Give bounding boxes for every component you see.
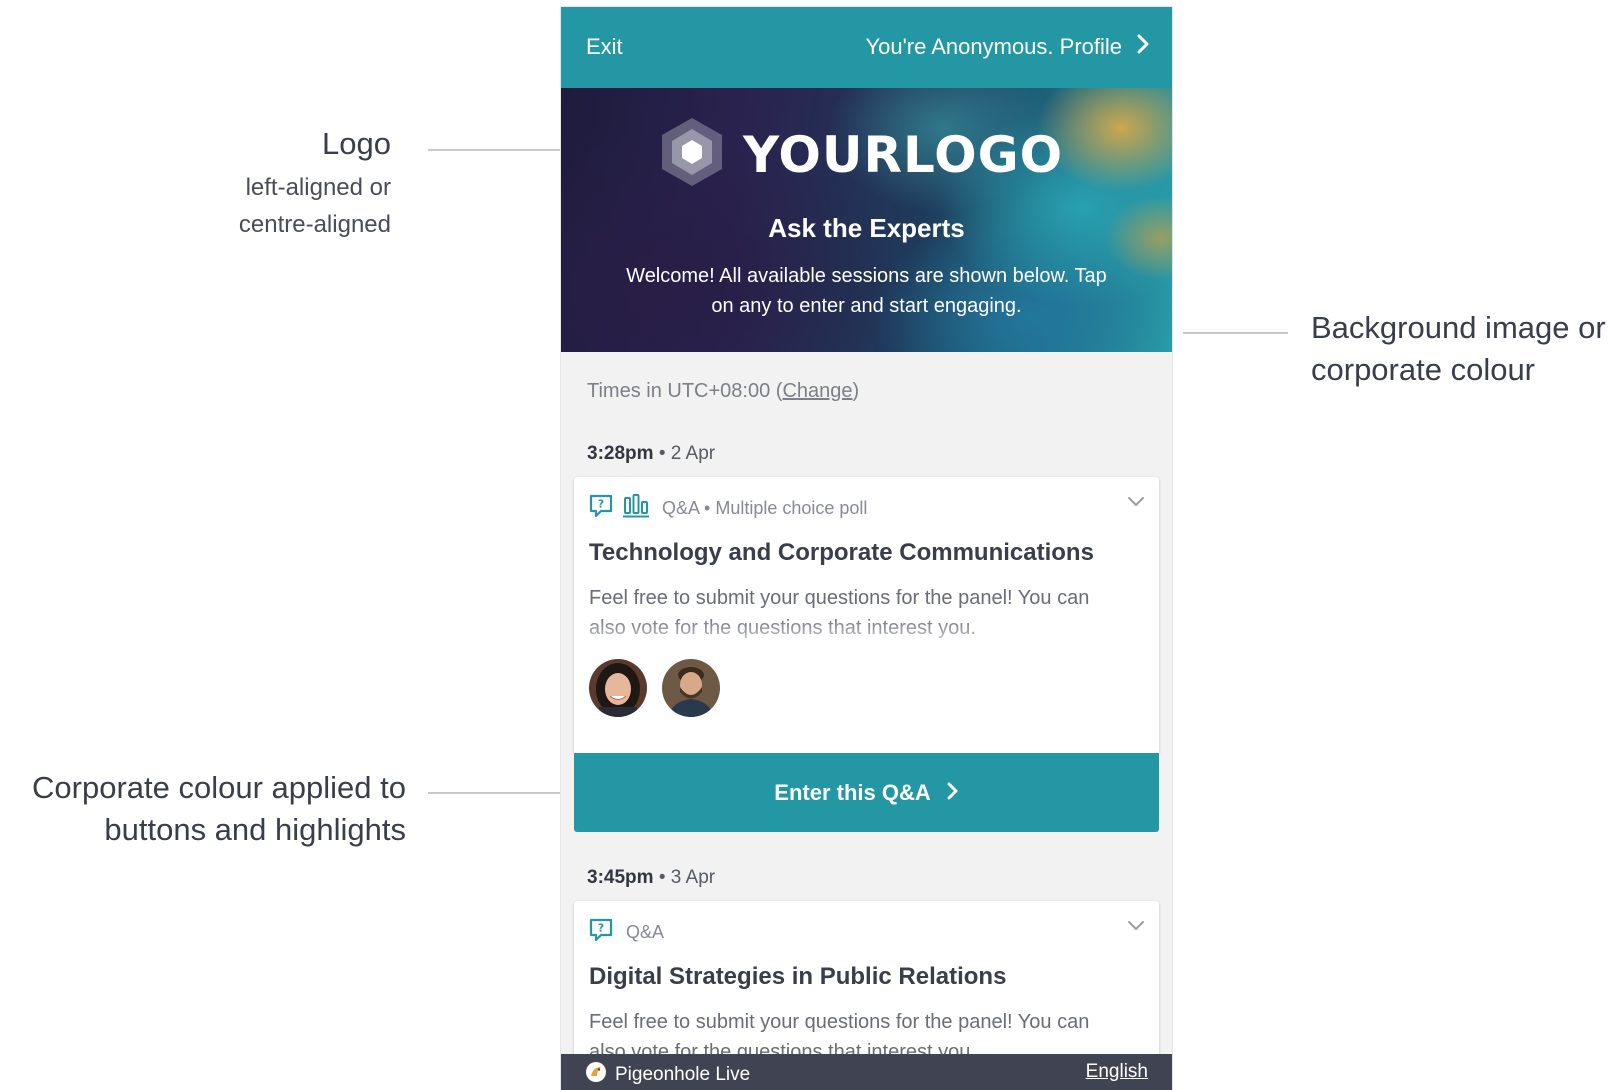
chevron-down-icon[interactable] [1127,919,1145,937]
session-title: Digital Strategies in Public Relations [589,963,1007,990]
qa-icon: ? [588,493,614,524]
session-types: ? Q&A [588,917,664,948]
logo-annotation-title: Logo [322,126,391,161]
timezone-notice: Times in UTC+08:00 (Change) [587,380,859,403]
event-title: Ask the Experts [768,213,965,243]
hexagon-logo-icon [659,116,725,193]
speaker-avatar[interactable] [589,659,647,717]
profile-label: You're Anonymous. Profile [865,34,1122,59]
background-annotation-line-2: corporate colour [1311,351,1536,387]
session-title: Technology and Corporate Communications [589,539,1094,566]
background-annotation: Background image or corporate colour [1311,307,1616,391]
welcome-message: Welcome! All available sessions are show… [591,261,1142,321]
timezone-suffix: ) [852,380,860,402]
session-time-value: 3:28pm [587,443,654,464]
session-description: Feel free to submit your questions for t… [589,587,1090,639]
session-types: ? Q&A • Multiple choice poll [588,493,867,524]
session-time: 3:28pm • 2 Apr [587,443,715,465]
language-selector[interactable]: English [1086,1061,1148,1083]
exit-button[interactable]: Exit [586,34,623,60]
poll-icon [622,493,650,524]
session-type-label: Q&A [626,922,665,942]
footer-bar: Pigeonhole Live English [561,1054,1172,1090]
corporate-annotation-line-2: buttons and highlights [104,811,406,847]
mobile-app-screen: Exit You're Anonymous. Profile YOURLOGO … [561,7,1172,1090]
enter-qa-label: Enter this Q&A [774,779,931,805]
logo-annotation: Logo left-aligned or centre-aligned [11,123,391,243]
profile-link[interactable]: You're Anonymous. Profile [865,34,1150,60]
brand-label: Pigeonhole Live [615,1064,751,1085]
session-time: 3:45pm • 3 Apr [587,867,715,889]
background-annotation-line-1: Background image or [1311,310,1606,345]
logo-text: YOURLOGO [743,125,1064,184]
logo-annotation-subtitle-2: centre-aligned [238,211,391,239]
top-bar: Exit You're Anonymous. Profile [561,7,1172,88]
svg-text:?: ? [598,498,604,511]
brand-logo: YOURLOGO [659,116,1063,193]
separator: • [658,443,666,464]
welcome-line-1: Welcome! All available sessions are show… [626,265,1107,287]
corporate-annotation-line-1: Corporate colour applied to [32,770,406,805]
speaker-list [589,659,720,717]
session-time-value: 3:45pm [587,867,654,888]
session-card[interactable]: ? Q&A • Multiple choice poll Technology … [574,477,1159,753]
svg-text:?: ? [598,922,604,935]
hero-banner: YOURLOGO Ask the Experts Welcome! All av… [561,88,1172,352]
session-type-label: Q&A • Multiple choice poll [662,498,868,518]
change-timezone-link[interactable]: Change [782,380,852,402]
separator: • [658,867,666,888]
welcome-line-2: on any to enter and start engaging. [711,295,1022,317]
enter-qa-button[interactable]: Enter this Q&A [574,753,1159,832]
pigeonhole-logo-icon [585,1061,607,1089]
session-date: 3 Apr [670,867,716,888]
chevron-right-icon [947,780,959,806]
logo-annotation-subtitle-1: left-aligned or [245,173,391,201]
session-date: 2 Apr [670,443,716,464]
chevron-down-icon[interactable] [1127,495,1145,513]
timezone-prefix: Times in UTC+08:00 ( [587,380,783,402]
corporate-colour-annotation: Corporate colour applied to buttons and … [0,767,406,851]
background-annotation-line [1183,332,1288,334]
chevron-right-icon [1136,34,1150,60]
qa-icon: ? [588,917,614,948]
speaker-avatar[interactable] [662,659,720,717]
pigeonhole-brand[interactable]: Pigeonhole Live [585,1061,750,1089]
